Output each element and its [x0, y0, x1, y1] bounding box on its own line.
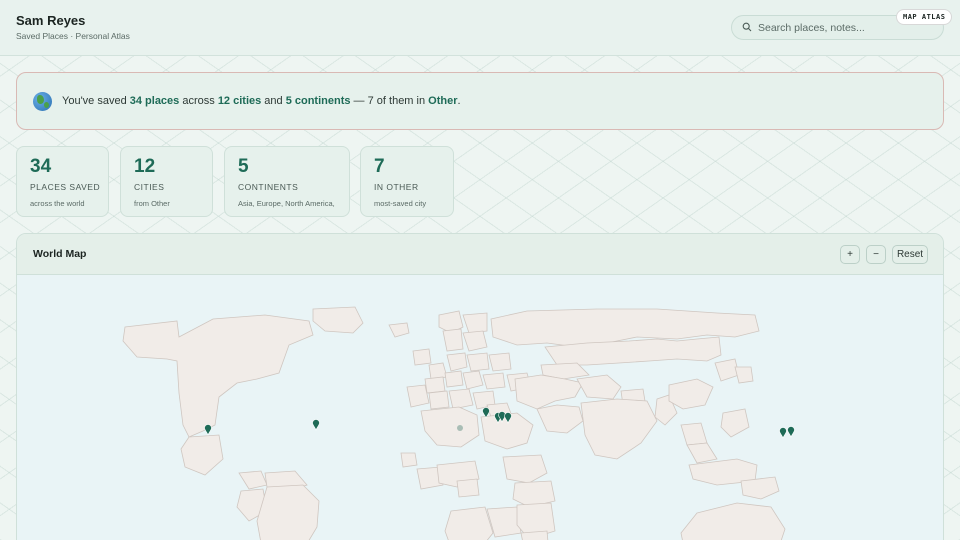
map-header: World Map + − Reset	[17, 234, 943, 275]
world-map-card: World Map + − Reset	[16, 233, 944, 540]
zoom-in-button[interactable]: +	[840, 245, 860, 264]
app-badge: MAP ATLAS	[896, 9, 953, 25]
places-count: 34 places	[129, 95, 180, 107]
continents-count: 5 continents	[285, 95, 351, 107]
world-map[interactable]	[17, 275, 944, 540]
zoom-out-button[interactable]: −	[866, 245, 886, 264]
map-pin[interactable]	[457, 425, 463, 431]
stat-label: IN OTHER	[374, 182, 419, 192]
stat-sub: across the world	[30, 199, 85, 208]
stat-number: 34	[30, 156, 52, 177]
stat-sub: from Other	[134, 199, 170, 208]
stat-number: 5	[238, 156, 249, 177]
map-title: World Map	[33, 248, 87, 260]
world-map-svg[interactable]	[17, 275, 944, 540]
page-subtitle: Saved Places · Personal Atlas	[16, 31, 130, 41]
stat-label: CONTINENTS	[238, 182, 299, 192]
summary-banner: You've saved 34 places across 12 cities …	[16, 72, 944, 130]
stat-number: 7	[374, 156, 385, 177]
stat-number: 12	[134, 156, 156, 177]
stat-card-places: 34 PLACES SAVED across the world	[16, 146, 109, 217]
app-header: Sam Reyes Saved Places · Personal Atlas	[0, 0, 960, 56]
globe-icon	[33, 91, 52, 111]
map-pin[interactable]	[787, 426, 795, 438]
stat-label: CITIES	[134, 182, 165, 192]
top-city: Other	[428, 95, 458, 107]
land-masses	[122, 306, 786, 540]
map-pin[interactable]	[312, 419, 320, 431]
summary-text: You've saved 34 places across 12 cities …	[62, 95, 461, 107]
cities-count: 12 cities	[217, 95, 262, 107]
user-name: Sam Reyes	[16, 13, 86, 28]
stat-label: PLACES SAVED	[30, 182, 101, 192]
stat-card-cities: 12 CITIES from Other	[120, 146, 213, 217]
stat-sub: Asia, Europe, North America,	[238, 199, 335, 208]
reset-button[interactable]: Reset	[892, 245, 928, 264]
stat-card-continents: 5 CONTINENTS Asia, Europe, North America…	[224, 146, 350, 217]
stat-sub: most-saved city	[374, 199, 427, 208]
search-icon	[742, 19, 752, 37]
stat-card-top-city: 7 IN OTHER most-saved city	[360, 146, 454, 217]
map-pin[interactable]	[779, 427, 787, 439]
map-pin[interactable]	[204, 424, 212, 436]
